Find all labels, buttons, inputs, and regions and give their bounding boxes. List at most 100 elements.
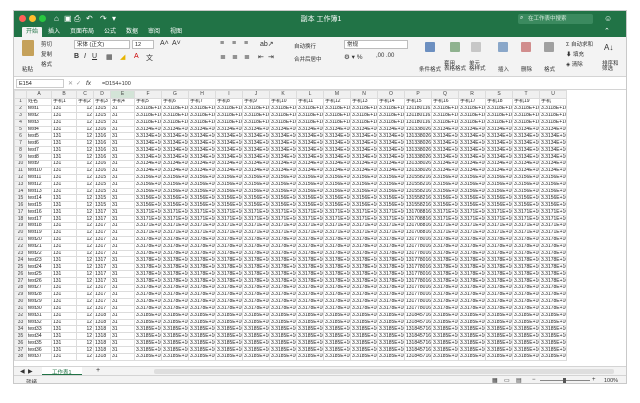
cell[interactable]: 3.3185E+10	[431, 311, 459, 320]
formula-enter-icon[interactable]: ✓	[76, 80, 81, 87]
cell[interactable]: 131	[51, 208, 77, 217]
cell[interactable]: 3.3185E+10	[458, 332, 486, 341]
cell[interactable]: 3.3185E+10	[323, 346, 351, 354]
column-header[interactable]: S	[485, 90, 513, 99]
cell[interactable]: 131	[51, 139, 77, 148]
cell[interactable]: 3.3171E+10	[377, 208, 405, 217]
cell[interactable]: 3.3171E+10	[485, 215, 513, 224]
cell[interactable]: 3.3118E+10	[242, 111, 270, 120]
cell[interactable]: 13177801612	[404, 284, 432, 292]
cell[interactable]: 3.3134E+10	[188, 166, 216, 175]
merge-center-button[interactable]: 合并后居中	[294, 55, 322, 63]
cell[interactable]: 31	[110, 125, 135, 134]
cell[interactable]: 3.3178E+10	[188, 270, 216, 279]
cell[interactable]: 3.3134E+10	[485, 139, 513, 148]
cell[interactable]: 3.3178E+10	[350, 290, 378, 299]
cell[interactable]: 3.3134E+10	[134, 146, 162, 155]
cell[interactable]: 3.3185E+10	[485, 311, 513, 320]
cell[interactable]: 13177801612	[404, 256, 432, 265]
cell[interactable]: 3.3156E+10	[485, 173, 513, 182]
cell[interactable]: 13177801612	[404, 235, 432, 244]
cell[interactable]: 手机1	[51, 98, 77, 106]
row-header[interactable]: 28	[14, 284, 27, 292]
cell[interactable]: 3.3134E+10	[269, 160, 297, 168]
cell[interactable]: 3.3118E+10	[539, 104, 567, 113]
column-header[interactable]: E	[110, 90, 135, 99]
cell[interactable]: 31	[110, 297, 135, 306]
cell[interactable]: 31	[110, 325, 135, 334]
cell[interactable]: 3.3185E+10	[350, 332, 378, 341]
name-box[interactable]: E154	[16, 79, 64, 88]
cell[interactable]: 3.3134E+10	[296, 153, 324, 162]
cell[interactable]: 3.3178E+10	[458, 277, 486, 286]
cell[interactable]: 3.3134E+10	[431, 153, 459, 162]
cell[interactable]: 13184571612	[404, 352, 432, 361]
cell[interactable]: 3.3134E+10	[161, 132, 189, 141]
cell[interactable]: 3.3134E+10	[323, 125, 351, 134]
cell[interactable]: 131	[51, 263, 77, 272]
cell[interactable]: 3.3156E+10	[188, 194, 216, 203]
cell[interactable]: 131	[51, 284, 77, 292]
cell[interactable]: 131	[51, 180, 77, 189]
cell[interactable]: 3.3156E+10	[134, 180, 162, 189]
cell[interactable]: test32	[26, 318, 52, 327]
cell[interactable]: 3.3185E+10	[485, 332, 513, 341]
cell[interactable]: test8	[26, 153, 52, 162]
cell[interactable]: test36	[26, 346, 52, 354]
cell[interactable]: 3.3134E+10	[188, 125, 216, 134]
cell[interactable]: 12	[76, 256, 94, 265]
currency-icon[interactable]: ⚙ ▾ %	[344, 53, 362, 61]
cell[interactable]: 3.3185E+10	[161, 346, 189, 354]
cut-button[interactable]: 剪切	[41, 40, 52, 48]
cell[interactable]: 3.3134E+10	[539, 166, 567, 175]
cell[interactable]: 12	[76, 263, 94, 272]
cell[interactable]: 3.3118E+10	[512, 104, 540, 113]
cell[interactable]: 13184571612	[404, 332, 432, 341]
cell[interactable]: 3.3171E+10	[512, 228, 540, 237]
column-header[interactable]: H	[188, 90, 216, 99]
cell[interactable]: 3.3134E+10	[269, 139, 297, 148]
cell[interactable]: 3.3178E+10	[161, 297, 189, 306]
cell[interactable]: 3.3134E+10	[215, 166, 243, 175]
cell[interactable]: 3.3156E+10	[323, 173, 351, 182]
cell[interactable]: 3.3185E+10	[323, 325, 351, 334]
cell[interactable]: 12	[76, 277, 94, 286]
cell[interactable]: 3.3178E+10	[458, 297, 486, 306]
insert-cells-icon[interactable]	[498, 42, 508, 52]
column-header[interactable]: C	[76, 90, 94, 99]
cell[interactable]: 3.3156E+10	[431, 173, 459, 182]
page-layout-view-icon[interactable]: ▭	[504, 377, 510, 383]
cell[interactable]: 1316	[93, 125, 111, 134]
cell[interactable]: 3.3156E+10	[215, 201, 243, 210]
cell[interactable]: 12	[76, 104, 94, 113]
cell[interactable]: 3.3134E+10	[215, 160, 243, 168]
cell[interactable]: 1317	[93, 297, 111, 306]
fill-button[interactable]: ⬇ 填充	[566, 50, 584, 58]
cell[interactable]: 3.3134E+10	[539, 139, 567, 148]
cell[interactable]: 3.3185E+10	[431, 339, 459, 348]
cell[interactable]: 3.3178E+10	[161, 290, 189, 299]
cell[interactable]: 3.3178E+10	[161, 242, 189, 251]
format-as-table-icon[interactable]	[450, 42, 460, 52]
cell[interactable]: 3.3178E+10	[296, 242, 324, 251]
cell[interactable]: 3.3156E+10	[458, 201, 486, 210]
cell[interactable]: test18	[26, 222, 52, 230]
cell[interactable]: 3.3178E+10	[296, 263, 324, 272]
cell[interactable]: 3.3118E+10	[215, 118, 243, 127]
cell[interactable]: 3.3178E+10	[215, 297, 243, 306]
cell[interactable]: 3.3178E+10	[350, 256, 378, 265]
cell[interactable]: 3.3185E+10	[377, 318, 405, 327]
cell[interactable]: 3.3134E+10	[539, 153, 567, 162]
cell[interactable]: 3.3178E+10	[350, 297, 378, 306]
cell[interactable]: 13177801612	[404, 242, 432, 251]
cell[interactable]: 3.3185E+10	[350, 325, 378, 334]
cell[interactable]: 12	[76, 284, 94, 292]
cell[interactable]: 1315	[93, 111, 111, 120]
conditional-format-button[interactable]: 条件格式	[419, 65, 441, 73]
cell[interactable]: 3.3178E+10	[512, 270, 540, 279]
cell[interactable]: 3.3185E+10	[377, 325, 405, 334]
cell[interactable]: 3.3185E+10	[485, 318, 513, 327]
cell[interactable]: 3.3118E+10	[485, 118, 513, 127]
cell[interactable]: 31	[110, 180, 135, 189]
cell[interactable]: 3.3156E+10	[323, 187, 351, 196]
